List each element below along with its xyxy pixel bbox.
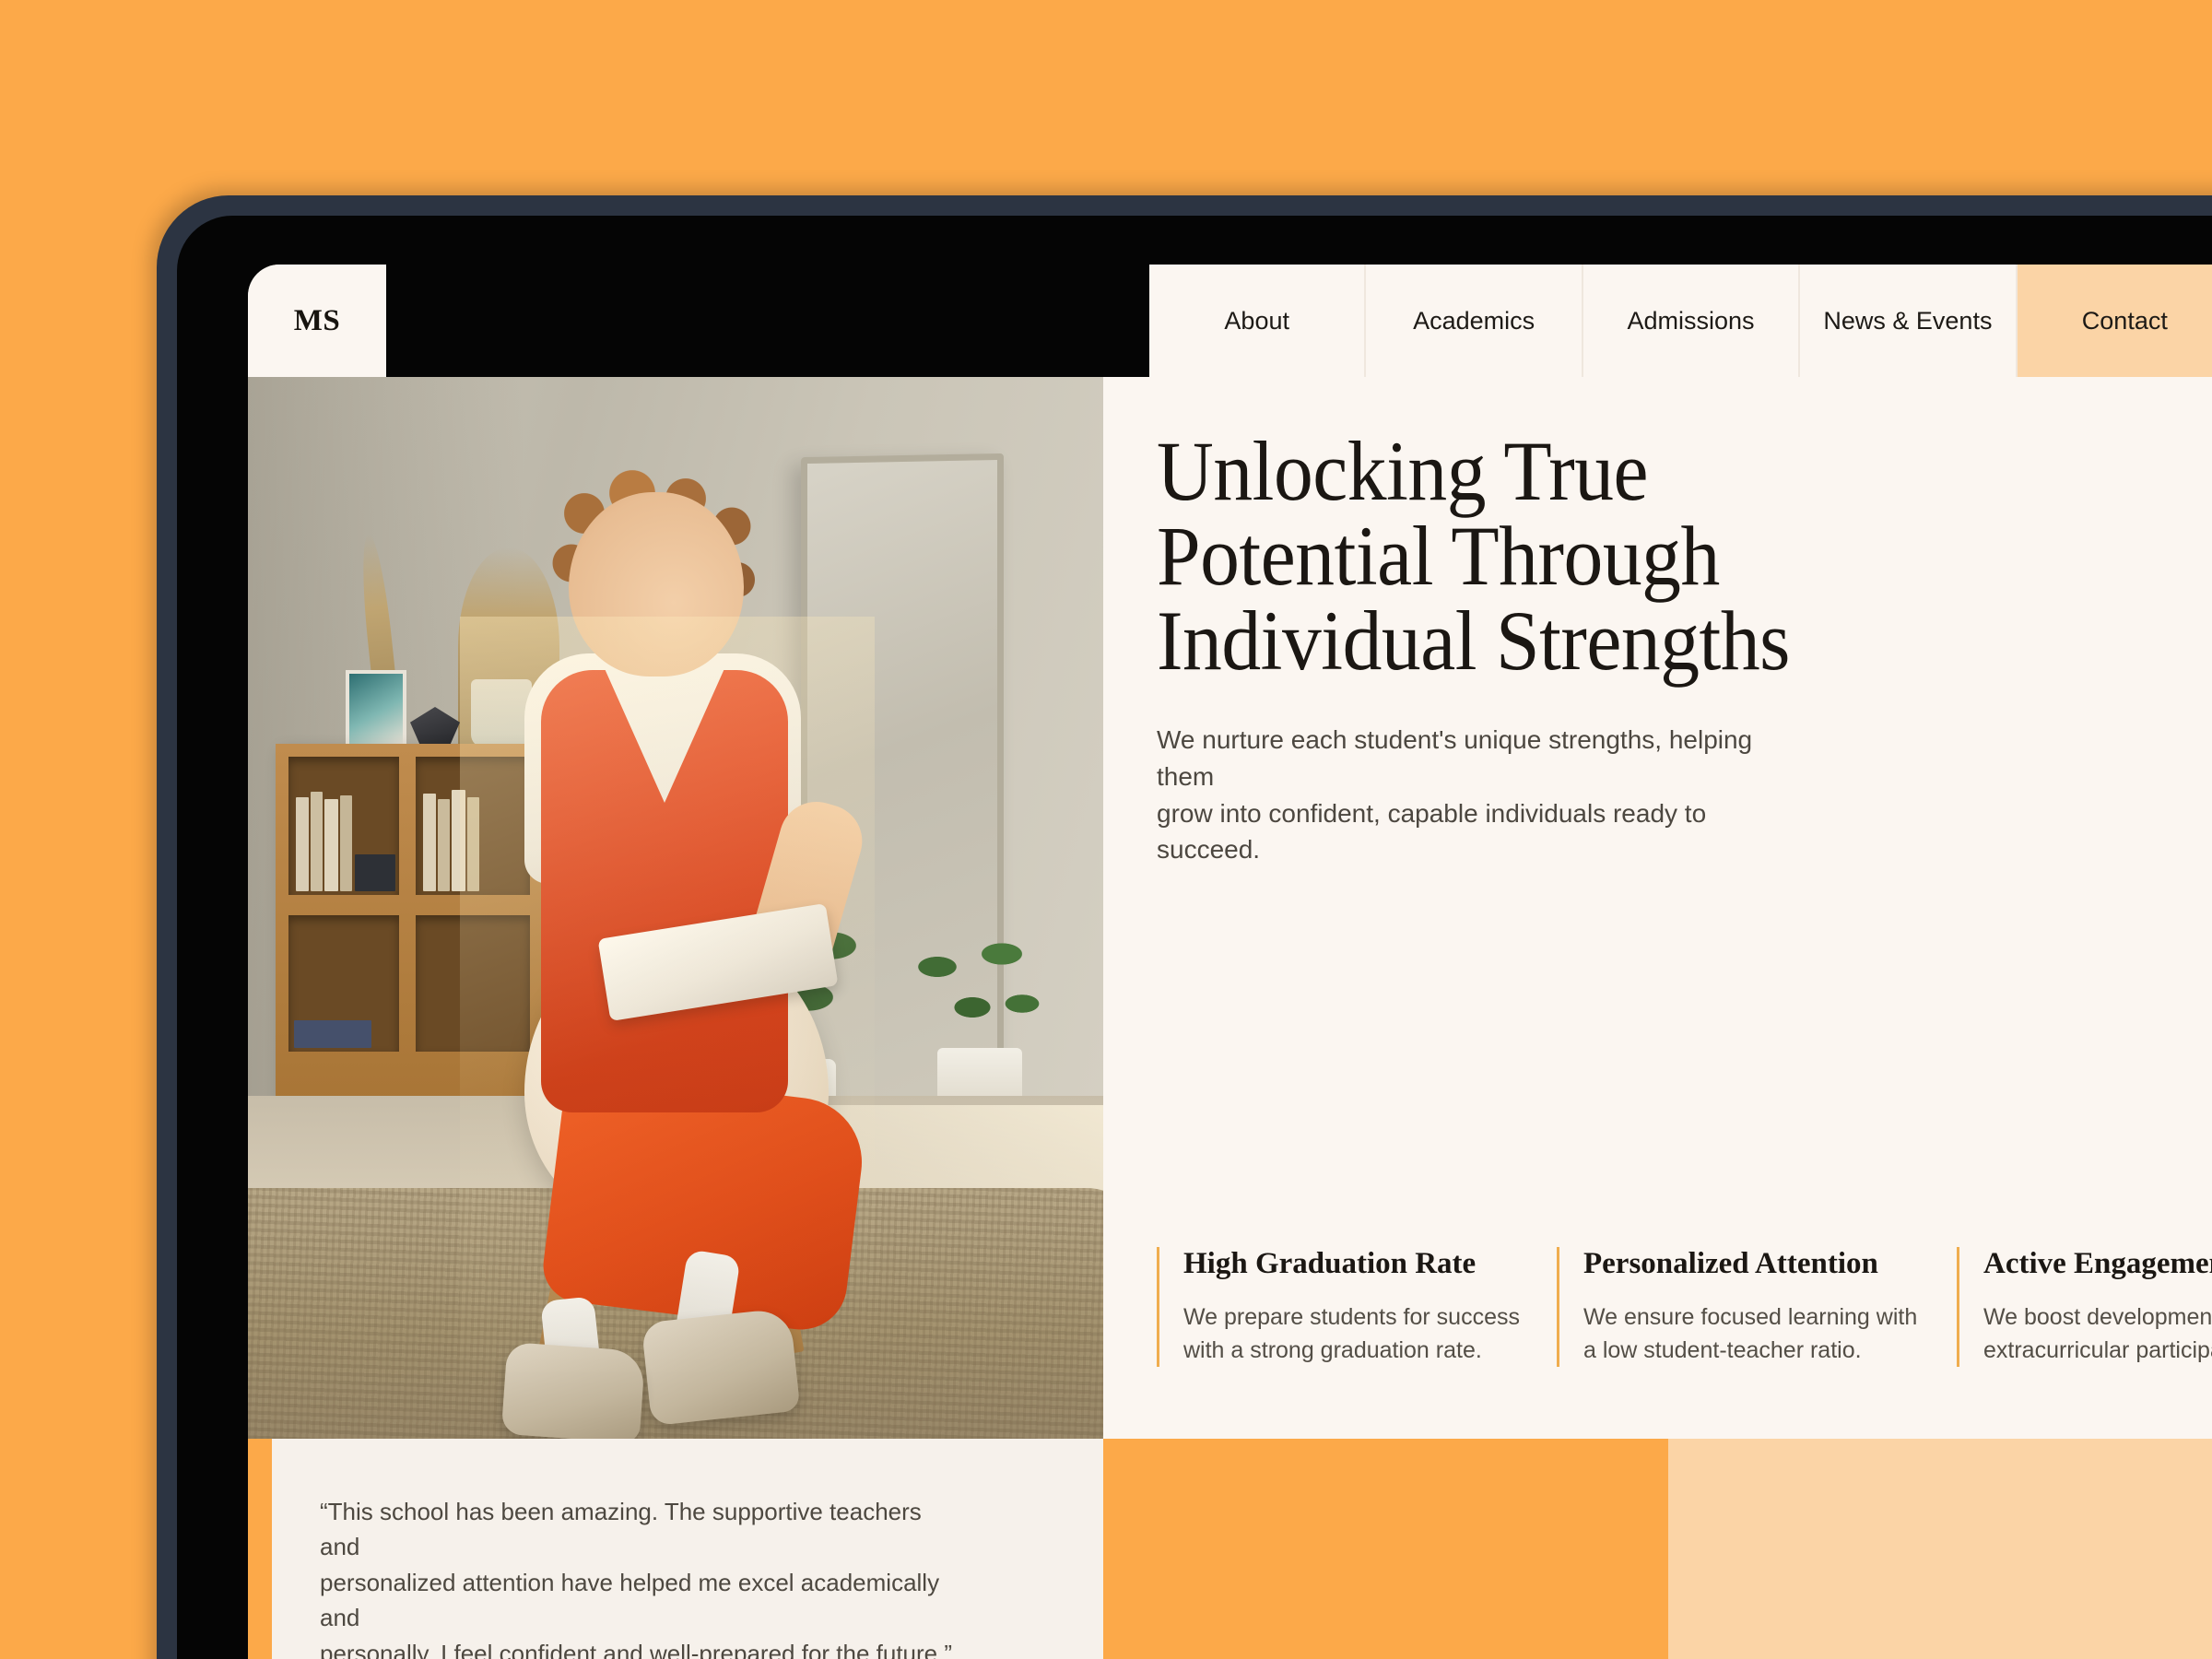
photo-vase-right bbox=[471, 679, 532, 747]
about-school-button[interactable]: About School bbox=[1667, 1439, 2212, 1659]
testimonial-panel: “This school has been amazing. The suppo… bbox=[248, 1439, 1103, 1659]
nav-item-about[interactable]: About bbox=[1149, 265, 1367, 377]
feature-card-engagement: Active Engagement We boost development w… bbox=[1957, 1247, 2212, 1367]
feature-title: Personalized Attention bbox=[1583, 1247, 1878, 1280]
hero-image bbox=[248, 377, 1103, 1439]
feature-description: We ensure focused learning with a low st… bbox=[1583, 1304, 1918, 1363]
photo-shoe-back bbox=[500, 1341, 646, 1439]
nav-item-contact[interactable]: Contact bbox=[2017, 265, 2212, 377]
tablet-bezel: MS About Academics Admissions News & Eve… bbox=[177, 216, 2212, 1659]
photo-bookshelf bbox=[276, 744, 543, 1103]
logo[interactable]: MS bbox=[248, 265, 386, 377]
feature-card-graduation: High Graduation Rate We prepare students… bbox=[1157, 1247, 1557, 1367]
feature-card-attention: Personalized Attention We ensure focused… bbox=[1557, 1247, 1957, 1367]
testimonial-quote: “This school has been amazing. The suppo… bbox=[320, 1498, 953, 1659]
photo-shoe-front bbox=[641, 1307, 801, 1427]
hero-subtitle: We nurture each student's unique strengt… bbox=[1157, 725, 1753, 865]
cta-strip: Enroll Today About School bbox=[1103, 1439, 2212, 1659]
photo-picture-frame bbox=[346, 670, 406, 747]
site-header: MS About Academics Admissions News & Eve… bbox=[248, 265, 2212, 377]
tablet-device-frame: MS About Academics Admissions News & Eve… bbox=[157, 195, 2212, 1659]
photo-child-face bbox=[569, 492, 744, 677]
feature-description: We boost development with extracurricula… bbox=[1983, 1304, 2212, 1363]
feature-title: Active Engagement bbox=[1983, 1247, 2212, 1280]
tablet-screen: MS About Academics Admissions News & Eve… bbox=[248, 265, 2212, 1659]
feature-title: High Graduation Rate bbox=[1183, 1247, 1477, 1280]
feature-list: High Graduation Rate We prepare students… bbox=[1157, 1247, 2212, 1367]
logo-text: MS bbox=[293, 303, 341, 337]
nav-item-admissions[interactable]: Admissions bbox=[1583, 265, 1801, 377]
page-title: Unlocking True Potential Through Individ… bbox=[1157, 424, 1791, 688]
enroll-today-button[interactable]: Enroll Today bbox=[1103, 1439, 1668, 1659]
feature-description: We prepare students for success with a s… bbox=[1183, 1304, 1520, 1363]
nav-item-academics[interactable]: Academics bbox=[1366, 265, 1583, 377]
hero-content: Unlocking True Potential Through Individ… bbox=[1103, 377, 2212, 1439]
main-navigation: About Academics Admissions News & Events… bbox=[1149, 265, 2212, 377]
nav-item-news-events[interactable]: News & Events bbox=[1800, 265, 2018, 377]
header-image-spacer bbox=[386, 265, 1149, 377]
